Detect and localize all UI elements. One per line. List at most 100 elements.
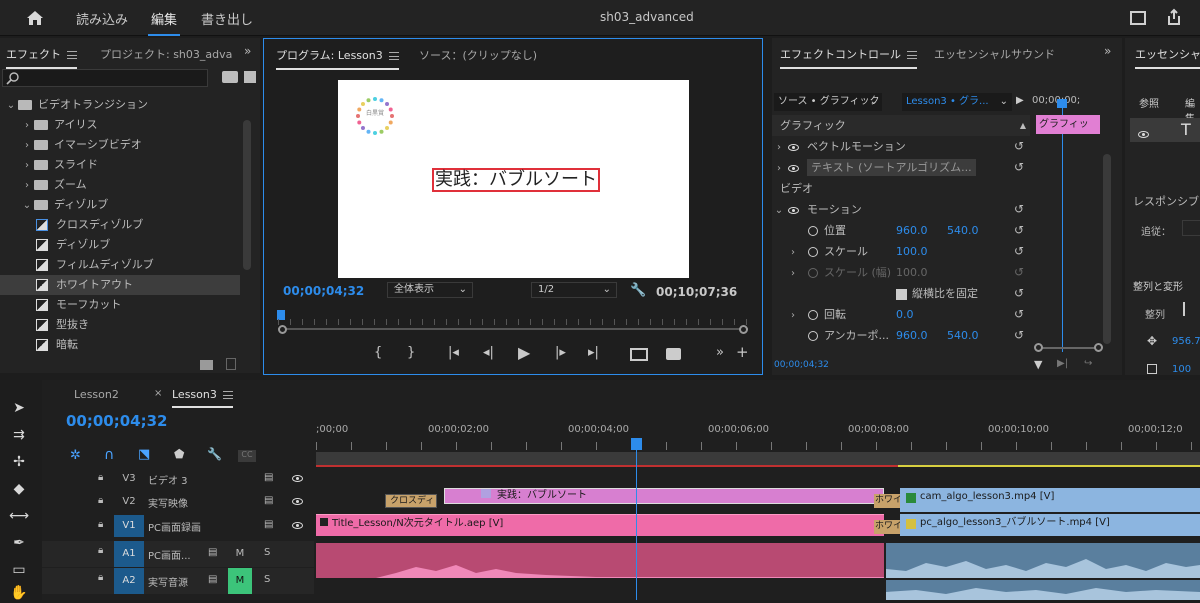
tab-lesson2[interactable]: Lesson2 [74, 388, 119, 401]
selection-tool-icon[interactable]: ➤ [9, 398, 29, 418]
anchor-y-value[interactable]: 540.0 [947, 325, 979, 346]
ec-playhead[interactable] [1062, 102, 1063, 352]
export-frame-icon[interactable]: ↪ [1084, 358, 1092, 369]
tab-lesson3[interactable]: Lesson3 [172, 388, 233, 408]
ec-scrollbar[interactable] [1103, 154, 1111, 344]
zoom-handle-left[interactable] [278, 325, 287, 334]
mute-button[interactable]: M [228, 541, 252, 567]
rectangle-tool-icon[interactable]: ▭ [9, 560, 29, 580]
row-anchor[interactable]: アンカーポ... 960.0 540.0 ↺ [772, 325, 1030, 346]
eye-icon[interactable] [788, 206, 799, 214]
mark-out-button[interactable]: } [407, 345, 415, 360]
zoom-bar[interactable] [278, 328, 748, 330]
search-input[interactable] [2, 69, 208, 87]
caret-right-icon[interactable]: › [786, 242, 800, 263]
track-select-icon[interactable]: ⇉ [9, 425, 29, 445]
tree-item[interactable]: フィルムディゾルブ [0, 255, 240, 275]
play-only-icon[interactable]: ▶| [1057, 358, 1068, 369]
lock-icon[interactable]: 🔒︎ [98, 545, 103, 556]
chevron-right-icon[interactable]: › [20, 136, 34, 156]
tree-item[interactable]: ⌄ ビデオトランジション [0, 95, 240, 115]
scale-value[interactable]: 100 [1172, 364, 1191, 375]
yuv-filter-icon[interactable] [244, 71, 256, 83]
anchor-x-value[interactable]: 960.0 [896, 325, 928, 346]
video-frame[interactable]: 白黒賞 実践：バブルソート [338, 80, 689, 278]
resolution-dropdown[interactable]: 1/2 ⌄ [531, 282, 617, 298]
play-button[interactable]: ▶ [518, 343, 530, 362]
checkbox[interactable] [896, 288, 907, 300]
home-icon[interactable] [26, 10, 44, 26]
eye-icon[interactable] [292, 522, 303, 529]
wrench-icon[interactable]: 🔧 [630, 283, 646, 298]
caret-right-icon[interactable]: › [772, 158, 786, 179]
reset-icon[interactable]: ↺ [1014, 157, 1024, 178]
transition-whiteout-v1[interactable]: ホワイ [874, 520, 900, 534]
zoom-handle-right[interactable] [739, 325, 748, 334]
tab-project[interactable]: プロジェクト: sh03_adva [100, 46, 232, 62]
source-selector[interactable]: ソース • グラフィック ⌄ [774, 93, 882, 111]
mute-button[interactable]: M [228, 568, 252, 594]
panel-menu-icon[interactable] [907, 51, 917, 59]
follow-dropdown[interactable] [1182, 220, 1200, 236]
position-x-value[interactable]: 960.0 [896, 220, 928, 241]
snap-icon[interactable]: ✲ [70, 448, 81, 463]
marker-icon[interactable]: ⬟ [174, 447, 184, 461]
track-header-v3[interactable]: 🔒︎ V3 ビデオ 3 ▤ [42, 468, 314, 490]
track-id[interactable]: V3 [114, 468, 144, 490]
lock-icon[interactable]: 🔒︎ [98, 572, 103, 583]
add-button-icon[interactable]: + [736, 343, 749, 361]
row-rotation[interactable]: › 回転 0.0 ↺ [772, 304, 1030, 325]
rotation-value[interactable]: 0.0 [896, 304, 914, 325]
tree-item[interactable]: ディゾルブ [0, 235, 240, 255]
safe-margins-icon[interactable] [630, 348, 648, 361]
tree-item[interactable]: 型抜き [0, 315, 240, 335]
tree-item[interactable]: ⌄ ディゾルブ [0, 195, 240, 215]
track-header-v1[interactable]: 🔒︎ V1 PC画面録画 ▤ [42, 515, 314, 537]
tab-browse[interactable]: 参照 [1139, 95, 1159, 110]
video-title-text[interactable]: 実践：バブルソート [432, 168, 600, 192]
mic-icon[interactable]: ▤ [208, 574, 217, 585]
reset-icon[interactable]: ↺ [1014, 136, 1024, 157]
lock-icon[interactable]: 🔒︎ [98, 472, 103, 483]
chevron-down-icon[interactable]: ⌄ [20, 196, 34, 216]
tree-item[interactable]: ホワイトアウト [0, 275, 240, 295]
transition-crossdissolve[interactable]: クロスディ [385, 494, 437, 508]
ec-zoom-bar[interactable] [1036, 347, 1102, 349]
ec-zoom-left[interactable] [1034, 343, 1043, 352]
trash-icon[interactable] [226, 358, 236, 370]
track-id[interactable]: V1 [114, 515, 144, 537]
solo-button[interactable]: S [264, 574, 270, 585]
row-uniform-scale[interactable]: 縦横比を固定 ↺ [772, 283, 1030, 304]
more-panels-icon[interactable]: » [1104, 44, 1111, 58]
reset-icon[interactable]: ↺ [1014, 283, 1024, 304]
tab-essential-sound[interactable]: エッセンシャルサウンド [934, 46, 1055, 62]
share-icon[interactable] [1166, 8, 1182, 26]
ripple-edit-icon[interactable]: ✢ [9, 452, 29, 472]
tree-item[interactable]: モーフカット [0, 295, 240, 315]
stopwatch-icon[interactable] [808, 331, 818, 341]
chevron-right-icon[interactable]: › [20, 176, 34, 196]
step-back-button[interactable]: ◂| [483, 345, 494, 360]
reset-icon[interactable]: ↺ [1014, 220, 1024, 241]
reset-icon[interactable]: ↺ [1014, 241, 1024, 262]
go-to-in-button[interactable]: |◂ [448, 345, 459, 360]
go-to-out-button[interactable]: ▸| [588, 345, 599, 360]
timeline-playhead[interactable] [636, 440, 637, 600]
timeline-timecode[interactable]: 00;00;04;32 [66, 412, 168, 430]
new-bin-icon[interactable] [200, 360, 213, 370]
step-forward-button[interactable]: |▸ [555, 345, 566, 360]
position-value[interactable]: 956.7 [1172, 336, 1200, 347]
solo-button[interactable]: S [264, 547, 270, 558]
row-scale[interactable]: › スケール 100.0 ↺ [772, 241, 1030, 262]
more-panels-icon[interactable]: » [244, 44, 251, 58]
stopwatch-icon[interactable] [808, 247, 818, 257]
fullscreen-icon[interactable] [1130, 11, 1146, 25]
track-header-a1[interactable]: 🔒︎ A1 PC画面... ▤ M S [42, 541, 314, 567]
panel-menu-icon[interactable] [388, 52, 399, 60]
mini-ruler[interactable] [278, 319, 748, 325]
mic-icon[interactable]: ▤ [208, 547, 217, 558]
settings-wrench-icon[interactable]: 🔧 [207, 447, 222, 461]
linked-selection-icon[interactable]: ⬔ [138, 447, 150, 462]
tree-item[interactable]: › スライド [0, 155, 240, 175]
tree-item[interactable]: クロスディゾルブ [0, 215, 240, 235]
